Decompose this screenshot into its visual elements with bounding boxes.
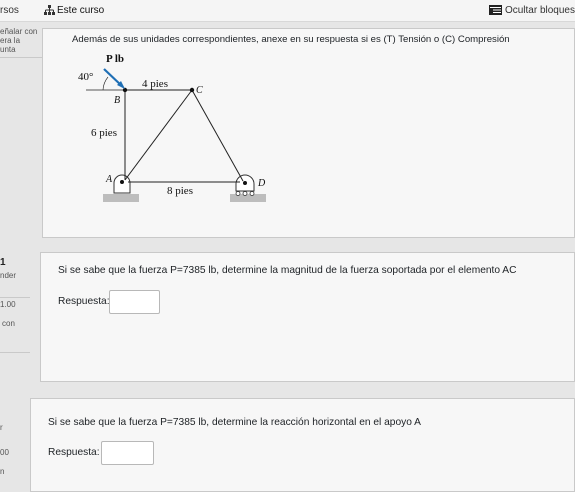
- joint-b: [122, 87, 128, 93]
- node-label-b: B: [114, 95, 120, 106]
- side-line: era la: [0, 36, 21, 45]
- question2-info: r: [0, 423, 3, 432]
- question2-grade: 00: [0, 448, 9, 457]
- hide-blocks-label: Ocultar bloques: [504, 5, 575, 16]
- angle-arc: [102, 76, 109, 91]
- side-divider: [0, 352, 30, 353]
- side-line: r: [0, 423, 3, 432]
- roller-wheel: [242, 191, 248, 196]
- joint-d: [243, 181, 247, 185]
- question1-text: Si se sabe que la fuerza P=7385 lb, dete…: [58, 265, 517, 276]
- bottom-dimension: 8 pies: [167, 185, 193, 197]
- joint-a: [120, 180, 124, 184]
- top-bar: rsos Este curso Ocultar bloques: [0, 0, 575, 22]
- load-label: P lb: [106, 53, 124, 65]
- flag-label: n: [0, 467, 5, 476]
- grade-value: 1.00: [0, 300, 16, 309]
- question1-grade: 1.00: [0, 300, 16, 309]
- hide-sidebar-icon: [488, 5, 502, 15]
- question1-answer-label: Respuesta:: [58, 296, 110, 307]
- question1-answer-input[interactable]: [109, 290, 160, 314]
- grade-value: 00: [0, 448, 9, 457]
- node-label-a: A: [105, 174, 113, 185]
- node-label-d: D: [257, 178, 266, 189]
- side-line: nder: [0, 271, 17, 280]
- question2-text: Si se sabe que la fuerza P=7385 lb, dete…: [48, 417, 421, 428]
- side-divider: [0, 297, 30, 298]
- question2-answer-input[interactable]: [101, 441, 154, 465]
- joint-c: [189, 87, 195, 93]
- question1-number: 1: [0, 257, 6, 268]
- member-cd: [191, 89, 244, 182]
- question1-info: 1 nder: [0, 257, 17, 281]
- breadcrumb-this-course[interactable]: Este curso: [44, 5, 104, 16]
- ground-d: [230, 194, 266, 202]
- member-ac: [124, 89, 193, 181]
- angle-label: 40°: [78, 71, 93, 83]
- truss-diagram: P lb 40° 4 pies B C 6 pies A D 8 pies: [78, 53, 266, 202]
- side-dimension: 6 pies: [91, 127, 117, 139]
- sitemap-icon: [44, 5, 55, 15]
- ground-a: [103, 194, 139, 202]
- instruction-text: Además de sus unidades correspondientes,…: [72, 34, 510, 45]
- flag-label: con: [2, 319, 15, 328]
- breadcrumb-course-label: Este curso: [57, 5, 105, 16]
- roller-wheel: [249, 191, 255, 196]
- side-line: eñalar con: [0, 27, 38, 36]
- side-divider: [0, 57, 42, 58]
- question2-answer-label: Respuesta:: [48, 447, 100, 458]
- question1-flag[interactable]: con: [2, 319, 15, 328]
- breadcrumb-courses[interactable]: rsos: [0, 5, 19, 16]
- question2-flag[interactable]: n: [0, 467, 4, 476]
- node-label-c: C: [196, 85, 203, 96]
- intro-side-info: eñalar con era la unta: [0, 27, 37, 54]
- top-dimension: 4 pies: [142, 78, 168, 90]
- roller-wheel: [235, 191, 241, 196]
- side-line: unta: [0, 45, 16, 54]
- hide-blocks-button[interactable]: Ocultar bloques: [488, 5, 575, 16]
